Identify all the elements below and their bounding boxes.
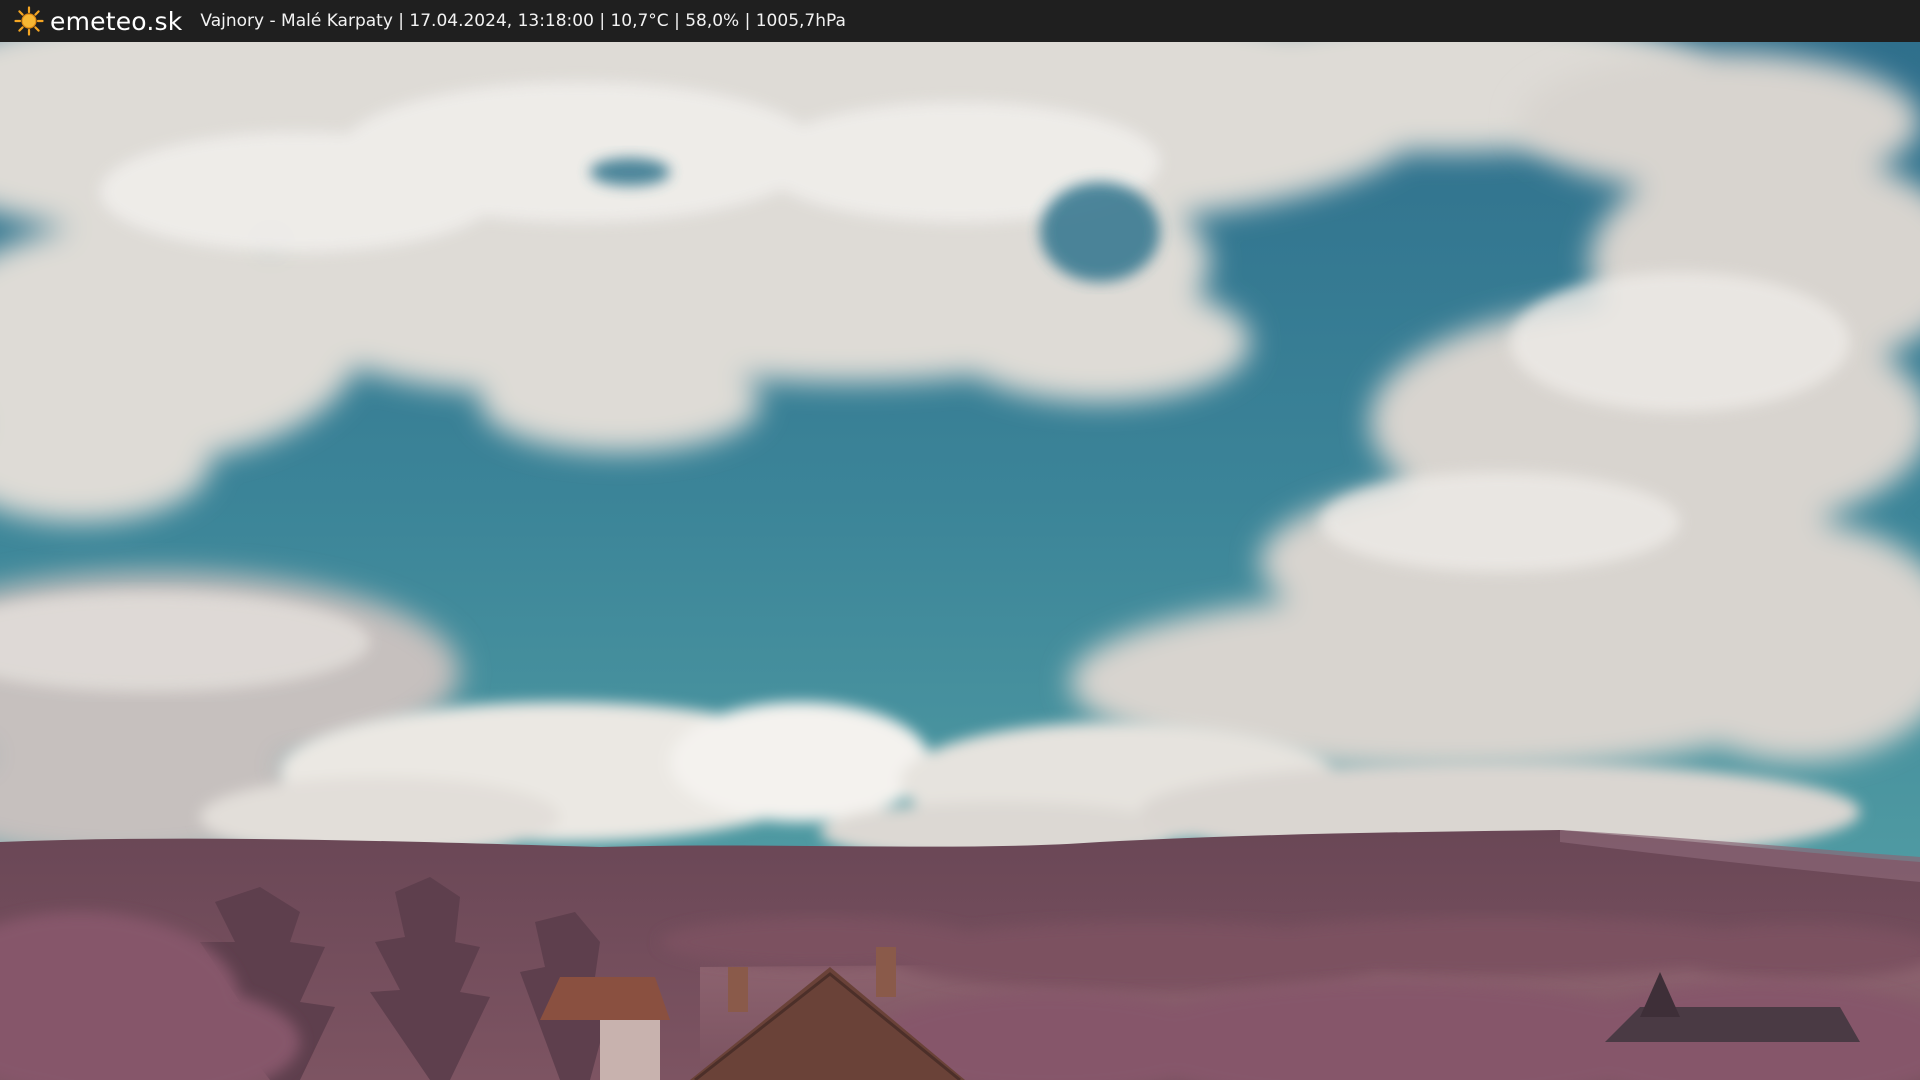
webcam-frame: emeteo.sk Vajnory - Malé Karpaty | 17.04… [0, 0, 1920, 1080]
brand-name: emeteo.sk [50, 6, 183, 36]
sun-icon [14, 6, 44, 36]
station-caption: Vajnory - Malé Karpaty | 17.04.2024, 13:… [200, 11, 846, 31]
brand-logo[interactable]: emeteo.sk [14, 6, 182, 36]
webcam-image [0, 42, 1920, 1080]
caption-bar: emeteo.sk Vajnory - Malé Karpaty | 17.04… [0, 0, 1920, 42]
